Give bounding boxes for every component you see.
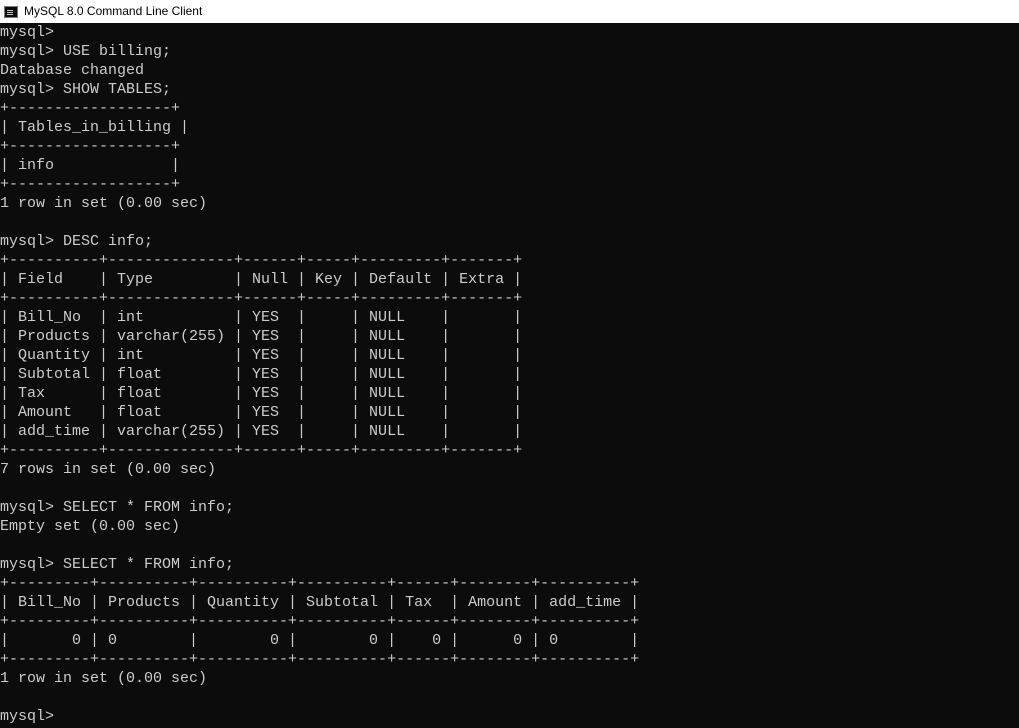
status-line: 1 row in set (0.00 sec) bbox=[0, 195, 208, 212]
table-line: | info | bbox=[0, 157, 181, 174]
title-bar[interactable]: MySQL 8.0 Command Line Client bbox=[0, 0, 1019, 23]
table-line: +----------+--------------+------+-----+… bbox=[0, 442, 523, 459]
table-line: | Amount | float | YES | | NULL | | bbox=[0, 404, 523, 421]
window-title: MySQL 8.0 Command Line Client bbox=[24, 4, 203, 18]
table-line: | Tables_in_billing | bbox=[0, 119, 190, 136]
prompt-line: mysql> bbox=[0, 708, 55, 725]
table-line: +------------------+ bbox=[0, 176, 181, 193]
table-line: +---------+----------+----------+-------… bbox=[0, 651, 640, 668]
table-line: | add_time | varchar(255) | YES | | NULL… bbox=[0, 423, 523, 440]
table-line: | Bill_No | Products | Quantity | Subtot… bbox=[0, 594, 640, 611]
table-line: +---------+----------+----------+-------… bbox=[0, 613, 640, 630]
table-line: | Quantity | int | YES | | NULL | | bbox=[0, 347, 523, 364]
console-output[interactable]: mysql> mysql> USE billing; Database change… bbox=[0, 23, 1019, 728]
table-line: +----------+--------------+------+-----+… bbox=[0, 290, 523, 307]
table-line: | Subtotal | float | YES | | NULL | | bbox=[0, 366, 523, 383]
table-line: | Bill_No | int | YES | | NULL | | bbox=[0, 309, 523, 326]
table-line: | Products | varchar(255) | YES | | NULL… bbox=[0, 328, 523, 345]
status-line: 7 rows in set (0.00 sec) bbox=[0, 461, 217, 478]
table-line: +----------+--------------+------+-----+… bbox=[0, 252, 523, 269]
status-line: Empty set (0.00 sec) bbox=[0, 518, 181, 535]
table-line: +---------+----------+----------+-------… bbox=[0, 575, 640, 592]
prompt-line: mysql> SELECT * FROM info; bbox=[0, 556, 235, 573]
prompt-line: mysql> SHOW TABLES; bbox=[0, 81, 172, 98]
table-line: | Tax | float | YES | | NULL | | bbox=[0, 385, 523, 402]
mysql-console-icon bbox=[4, 5, 18, 18]
status-line: 1 row in set (0.00 sec) bbox=[0, 670, 208, 687]
console-window: MySQL 8.0 Command Line Client mysql> mysq… bbox=[0, 0, 1019, 728]
status-line: Database changed bbox=[0, 62, 145, 79]
prompt-line: mysql> DESC info; bbox=[0, 233, 154, 250]
table-line: +------------------+ bbox=[0, 100, 181, 117]
table-line: | 0 | 0 | 0 | 0 | 0 | 0 | 0 | bbox=[0, 632, 640, 649]
prompt-line: mysql> bbox=[0, 24, 55, 41]
table-line: | Field | Type | Null | Key | Default | … bbox=[0, 271, 523, 288]
prompt-line: mysql> USE billing; bbox=[0, 43, 172, 60]
table-line: +------------------+ bbox=[0, 138, 181, 155]
prompt-line: mysql> SELECT * FROM info; bbox=[0, 499, 235, 516]
